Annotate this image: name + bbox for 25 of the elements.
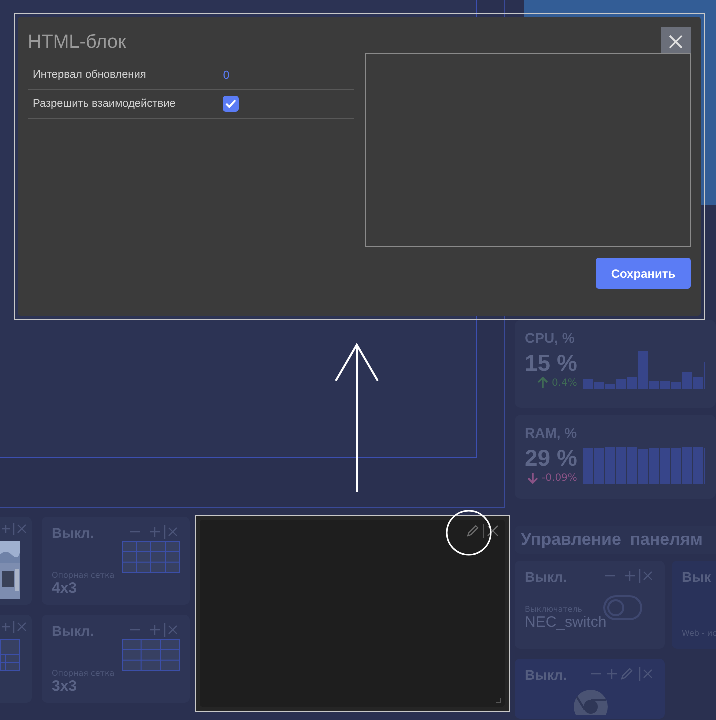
tile-controls-icon[interactable] bbox=[603, 569, 655, 583]
number-field[interactable]: 0 bbox=[223, 68, 230, 82]
grid-icon bbox=[122, 541, 180, 573]
field-label: Разрешить взаимодействие bbox=[33, 98, 177, 110]
close-icon bbox=[669, 35, 683, 49]
browser-icon bbox=[573, 689, 609, 715]
tile-controls-icon[interactable] bbox=[128, 525, 180, 539]
grid-icon bbox=[0, 639, 20, 671]
tile-controls-icon[interactable] bbox=[0, 621, 28, 633]
field-label: Интервал обновления bbox=[33, 69, 148, 81]
tile-card[interactable] bbox=[0, 615, 32, 703]
html-tile[interactable] bbox=[195, 515, 510, 712]
dialog-title: HTML-блок bbox=[28, 32, 126, 54]
tile-controls-icon[interactable] bbox=[589, 667, 655, 681]
resize-handle-icon[interactable] bbox=[496, 698, 502, 704]
tile-card[interactable] bbox=[0, 517, 32, 605]
grid-icon bbox=[122, 639, 180, 671]
save-button[interactable]: Сохранить bbox=[596, 258, 691, 289]
tile-controls-icon[interactable] bbox=[0, 523, 28, 535]
tile-controls-icon[interactable] bbox=[128, 623, 180, 637]
pencil-icon[interactable] bbox=[466, 524, 480, 538]
metric-change: -0.09% bbox=[542, 472, 578, 484]
close-icon[interactable] bbox=[487, 525, 499, 537]
checkbox[interactable] bbox=[223, 96, 239, 112]
highlight-circle bbox=[445, 509, 493, 557]
